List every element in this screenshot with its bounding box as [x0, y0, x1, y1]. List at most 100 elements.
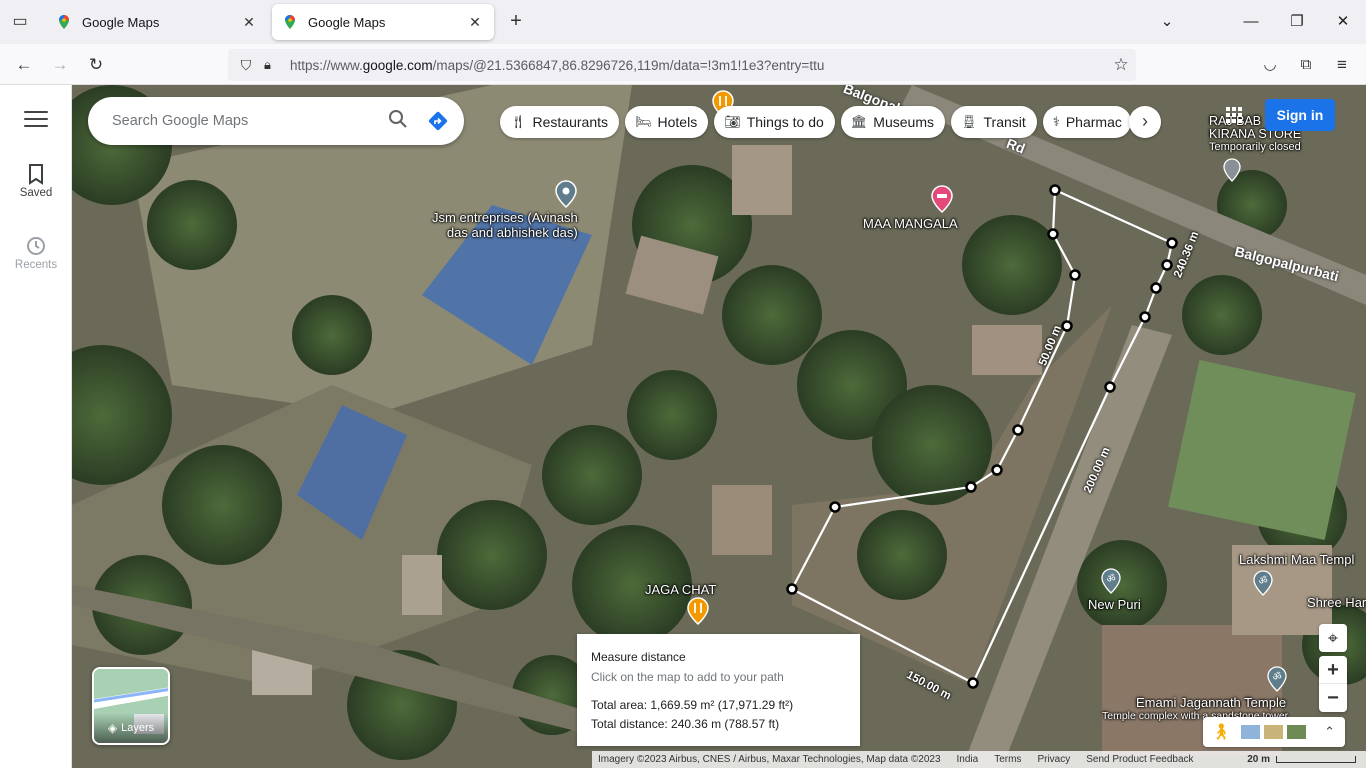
scale-label: 20 m [1247, 754, 1270, 765]
feedback-link[interactable]: Send Product Feedback [1086, 754, 1193, 765]
place-label-maa-mangala[interactable]: MAA MANGALA [863, 216, 958, 231]
transit-icon: 🚆︎ [960, 114, 978, 129]
chip-label: Transit [983, 114, 1026, 130]
rail-item-saved[interactable]: Saved [0, 161, 72, 199]
place-label-new-puri[interactable]: New Puri [1088, 597, 1141, 612]
chip-restaurants[interactable]: 🍴︎ Restaurants [500, 106, 619, 138]
zoom-out-button[interactable]: − [1319, 684, 1347, 712]
forward-icon[interactable]: → [48, 53, 72, 77]
minimize-window-icon[interactable]: — [1239, 10, 1263, 34]
expand-up-icon[interactable]: ⌃ [1324, 724, 1335, 740]
zoom-in-button[interactable]: + [1319, 656, 1347, 684]
search-icon[interactable] [378, 109, 418, 134]
url-text[interactable]: https://www.google.com/maps/@21.5366847,… [290, 58, 1106, 73]
back-icon[interactable]: ← [12, 53, 36, 77]
chip-label: Hotels [657, 114, 698, 130]
place-label-shree-har[interactable]: Shree Har [1307, 595, 1366, 610]
address-bar[interactable]: ⛉ 🔒︎ https://www.google.com/maps/@21.536… [228, 49, 1136, 81]
menu-icon[interactable] [24, 111, 48, 129]
extensions-icon[interactable]: ⧉ [1294, 53, 1318, 77]
rail-item-recents[interactable]: Recents [0, 233, 72, 271]
terms-link[interactable]: Terms [994, 754, 1021, 765]
map-canvas[interactable]: Jsm entreprises (Avinash das and abhishe… [72, 85, 1366, 768]
close-window-icon[interactable]: ✕ [1331, 10, 1355, 34]
restaurant-pin-icon[interactable] [687, 597, 709, 625]
shield-icon[interactable]: ⛉ [236, 57, 256, 74]
maps-side-rail: Saved Recents [0, 85, 72, 768]
chip-museums[interactable]: 🏛︎ Museums [840, 106, 945, 138]
browser-tab-strip: ▭ Google Maps ✕ Google Maps ✕ + ⌄ — ❐ ✕ [0, 0, 1366, 44]
place-label-jsm[interactable]: Jsm entreprises (Avinash das and abhishe… [432, 210, 578, 240]
search-input[interactable]: Search Google Maps [112, 113, 378, 129]
chip-hotels[interactable]: 🛏︎ Hotels [625, 106, 709, 138]
shop-pin-icon[interactable] [1223, 158, 1241, 182]
scale-bar[interactable]: 20 m [1247, 754, 1356, 765]
place-status: Temporarily closed [1209, 141, 1301, 153]
lock-icon[interactable]: 🔒︎ [264, 57, 280, 73]
place-pin-icon[interactable] [555, 180, 577, 208]
hotel-icon: 🛏︎ [635, 114, 652, 129]
sign-in-button[interactable]: Sign in [1265, 99, 1335, 131]
new-tab-button[interactable]: + [504, 10, 528, 34]
measure-distance-panel: Measure distance Click on the map to add… [577, 634, 860, 746]
list-all-tabs-icon[interactable]: ⌄ [1155, 10, 1179, 34]
temple-pin-icon[interactable]: ॐ [1267, 666, 1287, 692]
close-tab-icon[interactable]: ✕ [466, 14, 484, 31]
place-label-jaga-chat[interactable]: JAGA CHAT [645, 582, 716, 597]
imagery-attribution: Imagery ©2023 Airbus, CNES / Airbus, Max… [598, 754, 941, 765]
search-box[interactable]: Search Google Maps [88, 97, 464, 145]
temple-pin-icon[interactable]: ॐ [1253, 570, 1273, 596]
rail-item-label: Recents [14, 259, 58, 271]
tab-title: Google Maps [308, 14, 386, 30]
pharmacy-icon: ⚕ [1052, 114, 1060, 129]
zoom-controls: + − [1319, 656, 1347, 712]
chip-label: Museums [873, 114, 934, 130]
chip-label: Pharmac [1065, 114, 1122, 130]
place-label-lakshmi[interactable]: Lakshmi Maa Templ [1239, 552, 1354, 567]
chips-next-icon[interactable]: › [1129, 106, 1161, 138]
reload-icon[interactable]: ↻ [84, 53, 108, 77]
url-prefix: https://www. [290, 57, 363, 73]
temple-pin-icon[interactable]: ॐ [1101, 568, 1121, 594]
terrain-thumb[interactable] [1264, 725, 1284, 739]
restore-window-icon[interactable]: ❐ [1285, 10, 1309, 34]
chip-label: Restaurants [532, 114, 608, 130]
globe-thumb[interactable] [1287, 725, 1307, 739]
tab-google-maps-1[interactable]: Google Maps ✕ [46, 4, 268, 40]
google-apps-icon[interactable] [1226, 107, 1242, 123]
pocket-icon[interactable]: ◡ [1258, 53, 1282, 77]
chip-transit[interactable]: 🚆︎ Transit [950, 106, 1037, 138]
place-label-line: Jsm entreprises (Avinash [432, 210, 578, 225]
measure-total-distance: Total distance: 240.36 m (788.57 ft) [591, 717, 780, 731]
chip-pharmacies[interactable]: ⚕ Pharmac [1042, 106, 1131, 138]
app-menu-icon[interactable]: ≡ [1330, 53, 1354, 77]
map-quick-tools: 🚶︎ ⌃ [1203, 717, 1345, 747]
close-tab-icon[interactable]: ✕ [240, 14, 258, 31]
measure-title: Measure distance [591, 650, 686, 664]
imagery-thumb[interactable] [1241, 725, 1261, 739]
bookmark-star-icon[interactable]: ☆ [1106, 55, 1136, 75]
layers-label-row: ◈ Layers [94, 713, 168, 743]
my-location-icon[interactable]: ⌖ [1319, 624, 1347, 652]
map-footer: Imagery ©2023 Airbus, CNES / Airbus, Max… [592, 751, 1366, 768]
layers-icon: ◈ [107, 721, 118, 735]
restaurant-icon: 🍴︎ [510, 114, 527, 129]
tab-title: Google Maps [82, 14, 160, 30]
google-maps-favicon-icon [59, 15, 69, 29]
tab-google-maps-2[interactable]: Google Maps ✕ [272, 4, 494, 40]
category-chips: 🍴︎ Restaurants 🛏︎ Hotels 📷︎ Things to do 🏛︎… [500, 106, 1131, 138]
url-domain: google.com [362, 57, 433, 73]
url-path: /maps/@21.5366847,86.8296726,119m/data=!… [432, 57, 825, 73]
tab-list-icon[interactable]: ▭ [8, 10, 32, 34]
layers-button[interactable]: ◈ Layers [92, 667, 170, 745]
svg-text:ॐ: ॐ [1272, 671, 1281, 683]
pegman-icon[interactable]: 🚶︎ [1211, 722, 1231, 742]
privacy-link[interactable]: Privacy [1037, 754, 1070, 765]
place-label-emami[interactable]: Emami Jagannath Temple [1136, 695, 1286, 710]
directions-icon[interactable] [418, 101, 458, 141]
scale-line [1276, 756, 1356, 763]
browser-navigation-bar: ← → ↻ ⛉ 🔒︎ https://www.google.com/maps/@… [0, 44, 1366, 85]
country-link[interactable]: India [957, 754, 979, 765]
chip-things-to-do[interactable]: 📷︎ Things to do [714, 106, 835, 138]
hotel-pin-icon[interactable] [931, 185, 953, 213]
